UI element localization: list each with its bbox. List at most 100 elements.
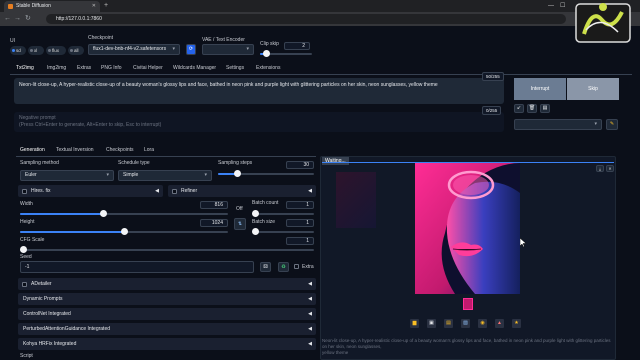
save-icon[interactable]: ▣ [427, 319, 436, 328]
tab-wildcards-manager[interactable]: Wildcards Manager [173, 64, 216, 73]
schedule-type-label: Schedule type [118, 160, 150, 166]
hires-fix-accordion[interactable]: Hires. fix ◀ [18, 185, 163, 197]
cfg-input[interactable]: 1 [286, 237, 314, 245]
interrupt-button[interactable]: Interrupt [514, 78, 566, 100]
seed-input[interactable]: -1 [20, 261, 254, 273]
kohya-hrfix-accordion[interactable]: Kohya HRFix Integrated ◀ [18, 338, 316, 350]
prompt-input[interactable]: Neon-lit close-up, A hyper-realistic clo… [14, 78, 504, 104]
tab-lora[interactable]: Lora [144, 146, 154, 155]
sampling-steps-label: Sampling steps [218, 160, 253, 166]
clipboard-icon[interactable]: ▤ [540, 104, 550, 113]
collapse-icon: ◀ [308, 296, 312, 302]
maximize-icon[interactable]: ☐ [560, 1, 565, 11]
styles-select[interactable]: ▾ [514, 119, 602, 130]
output-caption-line-1: Neon-lit close-up, A hyper-realistic clo… [322, 338, 611, 349]
tab-txt2img[interactable]: Txt2img [16, 64, 34, 73]
width-input[interactable]: 816 [200, 201, 228, 209]
recycle-icon[interactable]: ♻ [278, 262, 289, 272]
adetailer-checkbox[interactable] [22, 282, 27, 287]
height-slider[interactable] [20, 228, 228, 235]
vae-select[interactable]: ▾ [202, 44, 254, 55]
tab-checkpoints[interactable]: Checkpoints [106, 146, 134, 155]
url-field[interactable]: http://127.0.0.1:7860 [46, 14, 566, 24]
height-input[interactable]: 1024 [200, 219, 228, 227]
palette-icon[interactable]: ◉ [478, 319, 487, 328]
minimize-icon[interactable]: — [548, 1, 554, 11]
mouse-cursor-icon [520, 238, 526, 247]
batch-count-slider[interactable] [252, 210, 314, 217]
skip-button[interactable]: Skip [567, 78, 619, 100]
browser-tab[interactable]: Stable Diffusion ✕ [4, 1, 100, 12]
ui-option-xl[interactable]: xl [28, 46, 44, 55]
star-icon[interactable]: ★ [512, 319, 521, 328]
width-label: Width [20, 201, 33, 207]
hires-fix-checkbox[interactable] [22, 189, 27, 194]
extras-icon[interactable]: ▲ [495, 319, 504, 328]
ui-option-sd[interactable]: sd [10, 46, 26, 55]
clip-skip-slider[interactable] [260, 50, 312, 57]
negative-prompt-input[interactable]: Negative prompt (Press Ctrl+Enter to gen… [14, 112, 504, 132]
sampling-method-select[interactable]: Euler ▾ [20, 170, 114, 181]
batch-size-slider[interactable] [252, 228, 314, 235]
generated-image[interactable] [415, 163, 520, 294]
status-badge: Waiting... [322, 157, 349, 165]
tab-extras[interactable]: Extras [77, 64, 91, 73]
refiner-checkbox[interactable] [172, 189, 177, 194]
batch-count-input[interactable]: 1 [286, 201, 314, 209]
batch-count-label: Batch count [252, 200, 279, 206]
chevron-down-icon: ▾ [204, 172, 207, 178]
tab-img2img[interactable]: Img2img [47, 64, 66, 73]
dynamic-prompts-accordion[interactable]: Dynamic Prompts ◀ [18, 293, 316, 305]
batch-size-input[interactable]: 1 [286, 219, 314, 227]
close-tab-icon[interactable]: ✕ [92, 1, 96, 12]
zip-icon[interactable]: ▤ [444, 319, 453, 328]
swap-dimensions-icon[interactable]: ⇅ [234, 218, 246, 230]
dynamic-prompts-label: Dynamic Prompts [23, 296, 63, 302]
arrow-icon[interactable]: ↙ [514, 104, 524, 113]
trash-icon[interactable]: 🗑 [527, 104, 537, 113]
sampling-steps-input[interactable]: 30 [286, 161, 314, 169]
sampling-steps-slider[interactable] [218, 170, 314, 177]
negative-token-count: 0/255 [482, 106, 502, 115]
new-tab-icon[interactable]: + [104, 1, 108, 11]
forward-icon[interactable]: → [14, 14, 21, 24]
tab-png-info[interactable]: PNG Info [101, 64, 122, 73]
folder-icon[interactable]: ▆ [410, 319, 419, 328]
reload-icon[interactable]: ↻ [25, 14, 31, 24]
image-icon[interactable]: ▨ [461, 319, 470, 328]
pag-accordion[interactable]: PerturbedAttentionGuidance Integrated ◀ [18, 323, 316, 335]
tab-textual-inversion[interactable]: Textual Inversion [56, 146, 94, 155]
refresh-checkpoint-button[interactable]: ⟳ [186, 44, 196, 55]
clip-skip-input[interactable]: 2 [284, 42, 310, 50]
checkpoint-select[interactable]: flux1-dev-bnb-nf4-v2.safetensors ▾ [88, 44, 180, 55]
tab-generation[interactable]: Generation [20, 146, 45, 155]
checkpoint-label: Checkpoint [88, 35, 114, 41]
ui-option-all[interactable]: all [68, 46, 84, 55]
tab-civitai-helper[interactable]: Civitai Helper [133, 64, 163, 73]
download-icon[interactable]: ⤓ [596, 165, 604, 172]
extra-seed-checkbox[interactable] [294, 264, 299, 269]
cfg-slider[interactable] [20, 246, 314, 253]
kohya-hrfix-label: Kohya HRFix Integrated [23, 341, 77, 347]
tab-settings[interactable]: Settings [226, 64, 244, 73]
script-label: Script [20, 353, 33, 359]
width-slider[interactable] [20, 210, 228, 217]
controlnet-accordion[interactable]: ControlNet Integrated ◀ [18, 308, 316, 320]
schedule-type-select[interactable]: Simple ▾ [118, 170, 212, 181]
hires-fix-label: Hires. fix [31, 188, 51, 194]
tab-extensions[interactable]: Extensions [256, 64, 280, 73]
sampling-method-label: Sampling method [20, 160, 59, 166]
collapse-icon: ◀ [308, 326, 312, 332]
collapse-icon: ◀ [308, 311, 312, 317]
edit-styles-icon[interactable]: ✎ [606, 119, 618, 130]
prompt-text: Neon-lit close-up, A hyper-realistic clo… [19, 82, 438, 88]
dice-icon[interactable]: ⚄ [260, 262, 271, 272]
ui-option-flux[interactable]: flux [46, 46, 66, 55]
browser-tab-title: Stable Diffusion [16, 3, 51, 9]
thumbnail-image[interactable] [463, 298, 473, 310]
adetailer-accordion[interactable]: ADetailer ◀ [18, 278, 316, 290]
refiner-accordion[interactable]: Refiner ◀ [168, 185, 316, 197]
back-icon[interactable]: ← [4, 14, 11, 24]
close-icon[interactable]: ✕ [606, 165, 614, 172]
collapse-icon: ◀ [155, 188, 159, 194]
